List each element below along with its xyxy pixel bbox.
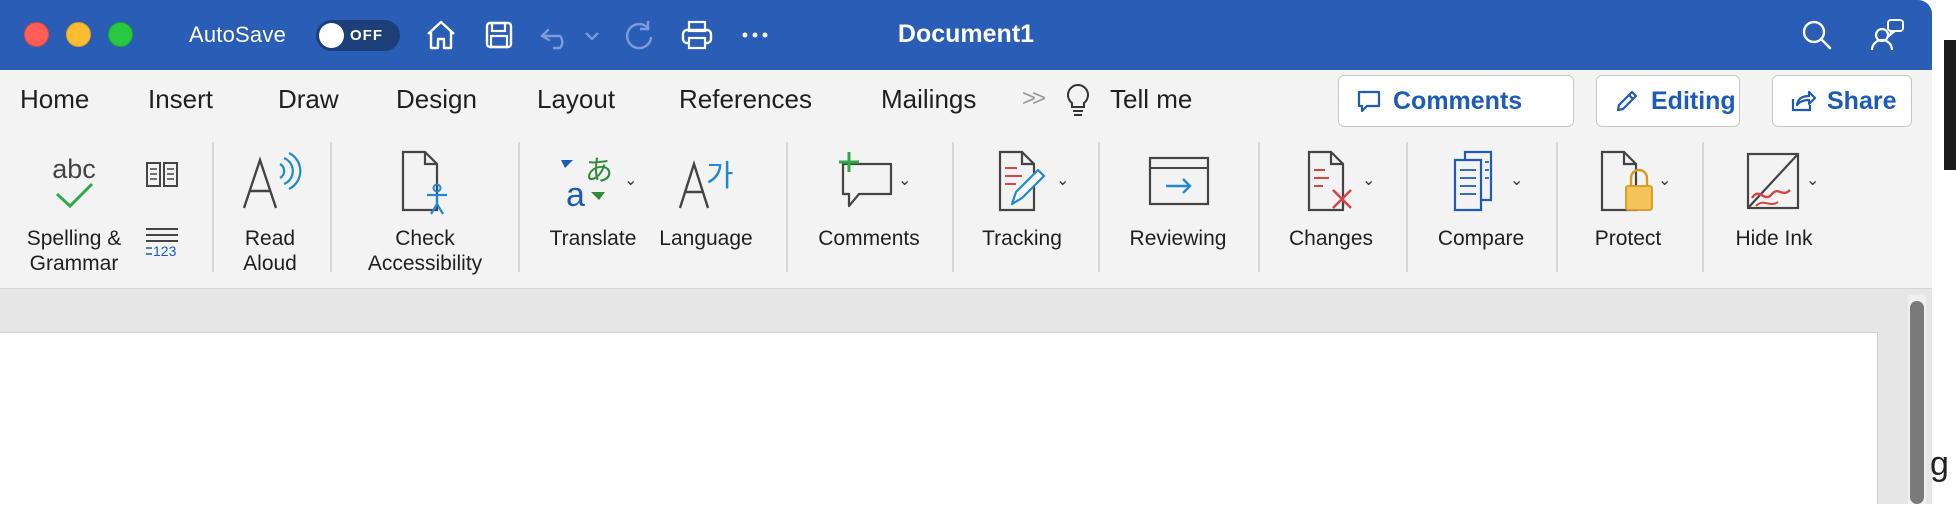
tracking-dropdown-icon[interactable]: ⌄ [1056,170,1069,190]
read-aloud-label-1: Read [244,227,296,250]
tab-mailings[interactable]: Mailings [881,84,976,115]
more-tabs-chevron-icon[interactable]: >> [1022,85,1046,113]
word-count-icon: 123 [146,228,178,259]
check-accessibility-label-1: Check [395,227,455,250]
comments-dropdown-icon[interactable]: ⌄ [898,170,911,190]
ribbon-separator [1258,142,1260,272]
translate-dropdown-icon[interactable]: ⌄ [624,170,637,190]
reviewing-label: Reviewing [1129,227,1227,250]
hide-ink-button[interactable]: Hide Ink [1718,146,1830,251]
tracking-icon [998,150,1046,212]
ribbon-separator [1406,142,1408,272]
spelling-grammar-button[interactable]: abc Spelling & Grammar [14,146,134,276]
pencil-icon [1616,90,1638,112]
background-window-edge [1944,40,1956,170]
svg-text:あ: あ [585,154,613,187]
read-aloud-label-2: Aloud [243,252,297,275]
thesaurus-button[interactable] [142,154,182,194]
hide-ink-dropdown-icon[interactable]: ⌄ [1806,170,1819,190]
ribbon-separator [330,142,332,272]
compare-dropdown-icon[interactable]: ⌄ [1510,170,1523,190]
language-button[interactable]: 가 Language [654,146,758,251]
title-bar: AutoSave OFF Document1 [0,0,1932,70]
new-comment-icon [839,152,893,208]
ribbon-separator [786,142,788,272]
share-button-label: Share [1827,86,1897,115]
reviewing-pane-icon [1148,156,1210,206]
translate-button[interactable]: a あ Translate [538,146,648,251]
abc-text: abc [52,154,96,184]
search-icon[interactable] [1798,16,1836,54]
language-label: Language [659,227,753,250]
spelling-label-2: Grammar [29,252,119,275]
word-count-button[interactable]: 123 [142,224,184,260]
editing-button[interactable]: Editing [1596,75,1740,127]
tab-references[interactable]: References [679,84,812,115]
changes-dropdown-icon[interactable]: ⌄ [1362,170,1375,190]
language-icon: 가 [678,159,734,209]
comments-ribbon-label: Comments [818,227,920,250]
translate-label: Translate [549,227,637,250]
svg-text:가: 가 [706,159,734,194]
tracking-label: Tracking [982,227,1062,250]
ribbon-separator [212,142,214,272]
spelling-check-icon: abc [52,154,96,209]
tracking-button[interactable]: Tracking [972,146,1072,251]
ribbon-separator [1098,142,1100,272]
comment-icon [1357,90,1381,113]
check-accessibility-button[interactable]: Check Accessibility [350,146,500,276]
changes-icon [1307,150,1352,212]
review-ribbon: abc Spelling & Grammar 123 Read Aloud Ch… [0,132,1932,289]
share-button[interactable]: Share [1772,75,1912,127]
ribbon-separator [1702,142,1704,272]
lock-icon [1600,150,1653,212]
tab-home[interactable]: Home [20,84,89,115]
reviewing-button[interactable]: Reviewing [1118,146,1238,251]
changes-label: Changes [1288,227,1374,250]
ribbon-separator [952,142,954,272]
tab-layout[interactable]: Layout [537,84,615,115]
translate-icon: a あ [561,154,613,214]
protect-dropdown-icon[interactable]: ⌄ [1658,170,1671,190]
comments-button-label: Comments [1393,86,1523,115]
protect-label: Protect [1594,227,1662,250]
protect-button[interactable]: Protect [1574,146,1682,251]
document-canvas [0,289,1932,504]
changes-button[interactable]: Changes [1276,146,1386,251]
ribbon-tabs: Home Insert Draw Design Layout Reference… [0,70,1932,132]
read-aloud-icon [242,152,302,209]
lightbulb-icon [1063,82,1093,118]
hide-ink-label: Hide Ink [1735,227,1813,250]
tab-insert[interactable]: Insert [148,84,213,115]
word-window: AutoSave OFF Document1 Home Insert Draw … [0,0,1932,504]
ribbon-separator [518,142,520,272]
document-title-text: Document1 [897,20,1035,48]
vertical-scrollbar-thumb[interactable] [1910,301,1924,504]
compare-icon [1453,150,1493,212]
compare-label: Compare [1437,227,1525,250]
background-text: g [1930,445,1949,483]
book-icon [146,162,178,187]
spelling-label-1: Spelling & [26,227,122,250]
ribbon-separator [1556,142,1558,272]
check-accessibility-label-2: Accessibility [367,252,483,275]
word-count-number: 123 [153,243,177,259]
document-title: Document1 [0,20,1932,49]
document-page[interactable] [0,332,1878,504]
editing-button-label: Editing [1651,86,1736,115]
hide-ink-icon [1746,152,1800,210]
comments-ribbon-button[interactable]: Comments [806,146,932,251]
svg-text:a: a [566,176,585,214]
accessibility-icon [401,150,447,215]
tab-draw[interactable]: Draw [278,84,339,115]
read-aloud-button[interactable]: Read Aloud [226,146,314,276]
compare-button[interactable]: Compare [1424,146,1538,251]
comments-button[interactable]: Comments [1338,75,1574,127]
tab-design[interactable]: Design [396,84,477,115]
share-people-icon[interactable] [1868,16,1906,54]
tell-me-search[interactable]: Tell me [1110,84,1192,115]
share-icon [1791,90,1817,112]
